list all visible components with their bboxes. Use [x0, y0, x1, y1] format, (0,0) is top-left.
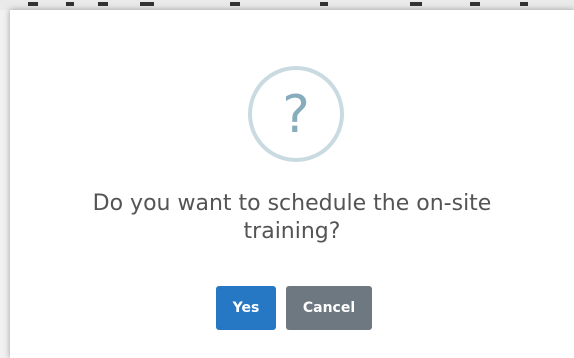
- dialog-actions: Yes Cancel: [10, 286, 574, 330]
- confirm-dialog: ? Do you want to schedule the on-site tr…: [10, 10, 574, 358]
- background-page-edge: [0, 10, 10, 358]
- cancel-button[interactable]: Cancel: [286, 286, 372, 330]
- dialog-title: Do you want to schedule the on-site trai…: [92, 191, 492, 244]
- question-mark-icon: ?: [248, 66, 344, 162]
- question-mark-glyph: ?: [282, 85, 310, 145]
- background-page-fragment: [0, 0, 574, 10]
- yes-button[interactable]: Yes: [216, 286, 276, 330]
